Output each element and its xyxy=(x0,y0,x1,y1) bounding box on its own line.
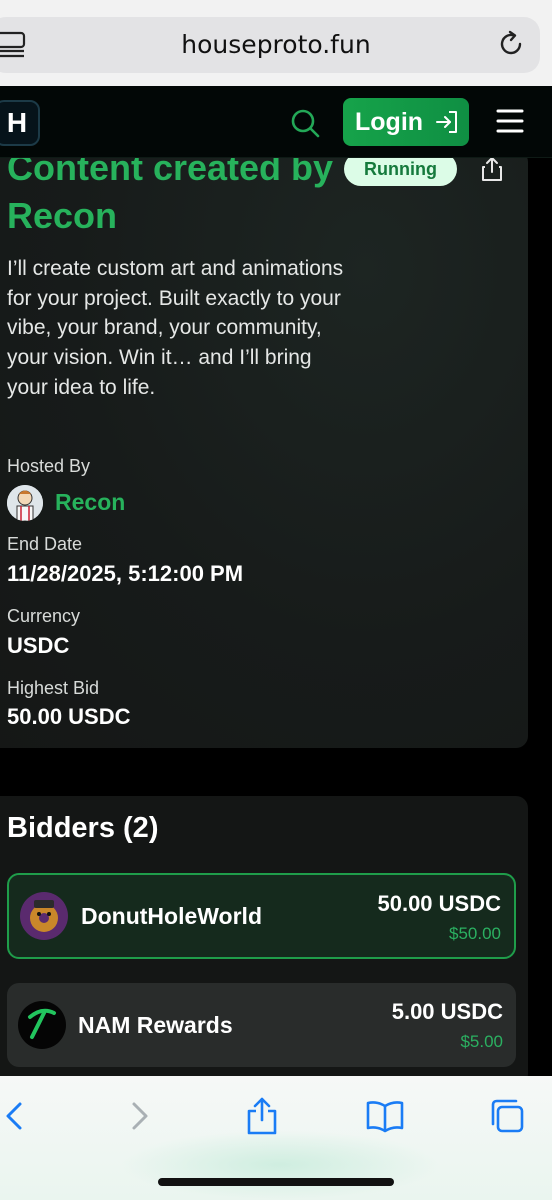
highest-bid-label: Highest Bid xyxy=(7,678,100,698)
auction-title: Content created by Recon xyxy=(7,147,334,236)
bidder-avatar xyxy=(18,1001,66,1049)
currency-value: USDC xyxy=(7,633,70,658)
share-icon[interactable] xyxy=(244,1096,280,1136)
toolbar-glow xyxy=(120,1130,440,1200)
bidder-row[interactable]: NAM Rewards 5.00 USDC $5.00 xyxy=(7,983,516,1067)
end-date-label: End Date xyxy=(7,534,83,554)
highest-bid-value: 50.00 USDC xyxy=(7,704,131,729)
currency-label: Currency xyxy=(7,606,81,626)
host-avatar[interactable] xyxy=(7,485,43,521)
bid-usd-value: $50.00 xyxy=(449,924,501,943)
bookmarks-icon[interactable] xyxy=(365,1096,405,1136)
auction-description: I’ll create custom art and animations fo… xyxy=(7,257,344,399)
bidder-avatar xyxy=(20,892,68,940)
share-icon[interactable] xyxy=(480,156,504,182)
menu-icon[interactable] xyxy=(496,108,524,134)
reload-icon[interactable] xyxy=(496,29,526,59)
forward-icon[interactable] xyxy=(124,1096,160,1136)
bid-amount: 5.00 USDC xyxy=(391,999,503,1024)
bid-amount: 50.00 USDC xyxy=(377,891,501,916)
bidder-row[interactable]: DonutHoleWorld 50.00 USDC $50.00 xyxy=(7,873,516,959)
page: houseproto.fun Content created by Recon … xyxy=(0,0,552,1200)
bidder-name: NAM Rewards xyxy=(78,1012,233,1038)
end-date-value: 11/28/2025, 5:12:00 PM xyxy=(7,561,244,586)
bidder-name: DonutHoleWorld xyxy=(81,903,262,929)
login-label: Login xyxy=(355,107,424,136)
home-indicator xyxy=(158,1178,394,1186)
tabs-overview-icon[interactable] xyxy=(488,1096,528,1136)
search-icon[interactable] xyxy=(288,106,322,140)
site-logo[interactable]: H xyxy=(0,100,40,146)
url-text[interactable]: houseproto.fun xyxy=(0,30,552,59)
host-name-link[interactable]: Recon xyxy=(55,489,125,516)
bidders-title: Bidders (2) xyxy=(7,812,159,844)
bid-usd-value: $5.00 xyxy=(460,1032,503,1051)
site-header xyxy=(0,86,552,158)
back-icon[interactable] xyxy=(0,1096,36,1136)
login-button[interactable]: Login xyxy=(343,98,469,146)
login-arrow-icon xyxy=(436,111,458,133)
hosted-by-label: Hosted By xyxy=(7,456,91,476)
